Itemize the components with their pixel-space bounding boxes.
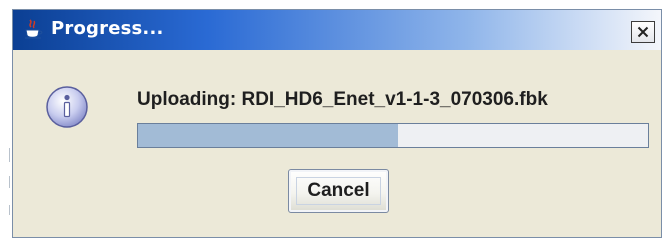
background-edge bbox=[0, 0, 12, 241]
upload-status-message: Uploading: RDI_HD6_Enet_v1-1-3_070306.fb… bbox=[137, 89, 548, 110]
progress-dialog: Progress... Uploading: RDI_HD6_Enet_v1-1… bbox=[12, 9, 662, 238]
edge-tick bbox=[9, 205, 10, 215]
edge-tick bbox=[9, 148, 10, 162]
cancel-button-label: Cancel bbox=[307, 180, 370, 201]
upload-progress-bar bbox=[137, 123, 649, 148]
window-title: Progress... bbox=[51, 18, 164, 39]
progress-fill bbox=[138, 124, 399, 147]
java-icon bbox=[25, 19, 43, 39]
cancel-button[interactable]: Cancel bbox=[288, 169, 389, 213]
close-icon bbox=[637, 26, 649, 38]
edge-tick bbox=[9, 176, 10, 188]
info-icon bbox=[46, 86, 88, 128]
title-bar[interactable]: Progress... bbox=[13, 10, 661, 50]
close-button[interactable] bbox=[631, 21, 655, 43]
